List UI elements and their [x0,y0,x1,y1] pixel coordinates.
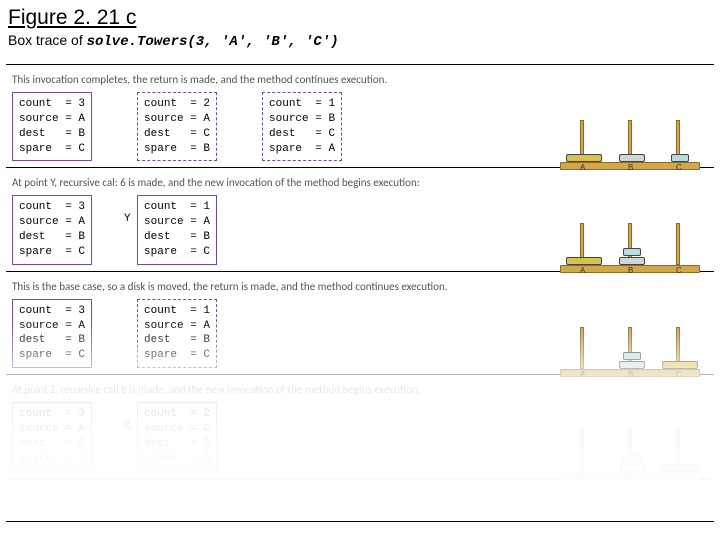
section-row: count = 3 source = A dest = B spare = C c… [6,92,714,167]
peg-label-c: C [676,473,682,482]
disk-large [566,154,602,162]
peg-c [676,223,680,265]
section-caption: This invocation completes, the return is… [6,65,714,92]
disk-small [623,352,641,360]
disk-med [619,361,645,369]
section-caption: This is the base case, so a disk is move… [6,272,714,299]
state-box: count = 3 source = A dest = B spare = C [12,299,92,368]
state-box: count = 3 source = A dest = B spare = C [12,402,92,471]
peg-a [580,327,584,369]
trace-section: At point Y, recursive cal: 6 is made, an… [6,168,714,271]
state-box: count = 2 source = A dest = C spare = B [137,92,217,161]
call-signature: solve.Towers(3, 'A', 'B', 'C') [87,34,339,50]
state-box: count = 3 source = A dest = B spare = C [12,195,92,264]
bottom-rule [6,521,714,522]
state-box: count = 1 source = B dest = C spare = A [262,92,342,161]
trace-section: At point Z, recursive call 8 is made, an… [6,375,714,478]
state-box: count = 3 source = A dest = B spare = C [12,92,92,161]
figure-subtitle: Box trace of solve.Towers(3, 'A', 'B', '… [0,30,720,60]
peg-label-a: A [580,473,585,482]
subtitle-prefix: Box trace of [8,32,87,48]
trace-section: This invocation completes, the return is… [6,65,714,168]
state-box: count = 2 source = C dest = B spare = A [137,402,217,471]
disk-med [619,464,645,472]
disk-med [619,154,645,162]
disk-small [623,455,641,463]
trace-panel: This invocation completes, the return is… [6,64,714,480]
tower-diagram: A B C [560,110,700,170]
section-caption: At point Z, recursive call 8 is made, an… [6,375,714,402]
arrow-label: Y [124,213,131,225]
state-box: count = 1 source = A dest = B spare = C [137,299,217,368]
disk-small [623,248,641,256]
section-caption: At point Y, recursive cal: 6 is made, an… [6,168,714,195]
disk-large [662,361,698,369]
peg-a [580,430,584,472]
disk-large [566,257,602,265]
arrow-label: Z [124,420,131,432]
section-row: count = 3 source = A dest = B spare = C c… [6,299,714,374]
tower-diagram: A B C [560,213,700,273]
section-row: count = 3 source = A dest = B spare = C c… [6,195,714,270]
tower-diagram: A B C [560,317,700,377]
disk-small [671,154,689,162]
disk-large [662,464,698,472]
section-row: count = 3 source = A dest = B spare = C c… [6,402,714,477]
figure-label: Figure 2. 21 c [0,0,720,30]
tower-diagram: A B C [560,420,700,480]
peg-label-b: B [628,473,633,482]
disk-med [619,257,645,265]
trace-section: This is the base case, so a disk is move… [6,272,714,375]
state-box: count = 1 source = A dest = B spare = C [137,195,217,264]
